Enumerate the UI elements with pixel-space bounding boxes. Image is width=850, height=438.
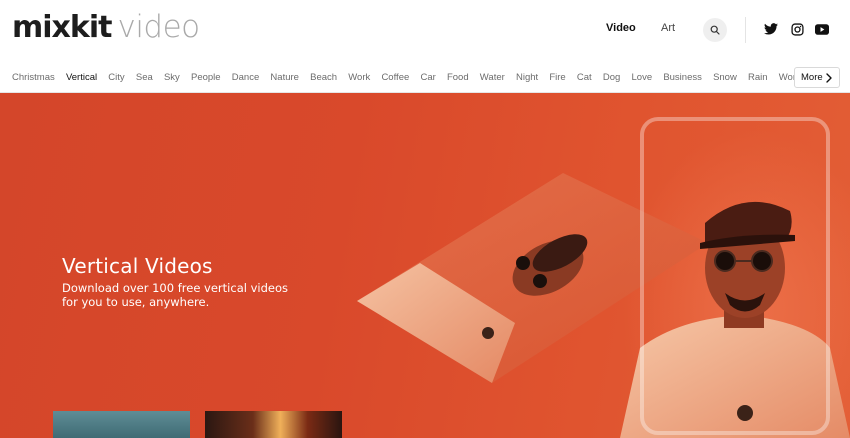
category-food[interactable]: Food [447, 72, 469, 83]
logo-product: video [117, 9, 200, 45]
category-vertical[interactable]: Vertical [66, 72, 97, 83]
category-city[interactable]: City [108, 72, 124, 83]
search-icon [710, 25, 720, 35]
nav-art[interactable]: Art [661, 22, 675, 34]
chevron-right-icon [826, 73, 832, 83]
instagram-link[interactable] [789, 21, 805, 37]
category-bar: Christmas Vertical City Sea Sky People Dance Na… [0, 62, 850, 93]
category-water[interactable]: Water [480, 72, 505, 83]
category-night[interactable]: Night [516, 72, 538, 83]
hero-title: Vertical Videos [62, 254, 213, 278]
category-people[interactable]: People [191, 72, 221, 83]
youtube-icon [815, 23, 829, 35]
category-car[interactable]: Car [420, 72, 435, 83]
more-label: More [801, 72, 823, 83]
site-logo[interactable]: mixkit video [12, 9, 200, 49]
category-work[interactable]: Work [348, 72, 370, 83]
nav-video[interactable]: Video [606, 22, 636, 34]
category-sea[interactable]: Sea [136, 72, 153, 83]
hero-banner[interactable]: Vertical Videos Download over 100 free v… [0, 93, 850, 438]
category-cat[interactable]: Cat [577, 72, 592, 83]
twitter-icon [764, 23, 778, 35]
more-categories-button[interactable]: More [794, 67, 840, 88]
youtube-link[interactable] [814, 21, 830, 37]
category-dance[interactable]: Dance [232, 72, 259, 83]
phone-frame-outline [640, 117, 830, 435]
category-fire[interactable]: Fire [549, 72, 565, 83]
category-list: Christmas Vertical City Sea Sky People Dance Na… [12, 62, 823, 93]
header-divider [745, 17, 746, 43]
category-love[interactable]: Love [632, 72, 653, 83]
instagram-icon [790, 22, 804, 36]
category-beach[interactable]: Beach [310, 72, 337, 83]
category-dog[interactable]: Dog [603, 72, 620, 83]
video-thumbnail-sea[interactable] [53, 411, 190, 438]
category-nature[interactable]: Nature [270, 72, 299, 83]
top-bar: mixkit video Video Art [0, 0, 850, 62]
twitter-link[interactable] [763, 21, 779, 37]
category-coffee[interactable]: Coffee [381, 72, 409, 83]
search-button[interactable] [703, 18, 727, 42]
video-thumbnail-fire[interactable] [205, 411, 342, 438]
category-rain[interactable]: Rain [748, 72, 768, 83]
category-sky[interactable]: Sky [164, 72, 180, 83]
hero-subtitle: Download over 100 free vertical videos f… [62, 281, 288, 309]
category-christmas[interactable]: Christmas [12, 72, 55, 83]
logo-brand: mixkit [12, 10, 112, 45]
category-snow[interactable]: Snow [713, 72, 737, 83]
category-business[interactable]: Business [663, 72, 702, 83]
